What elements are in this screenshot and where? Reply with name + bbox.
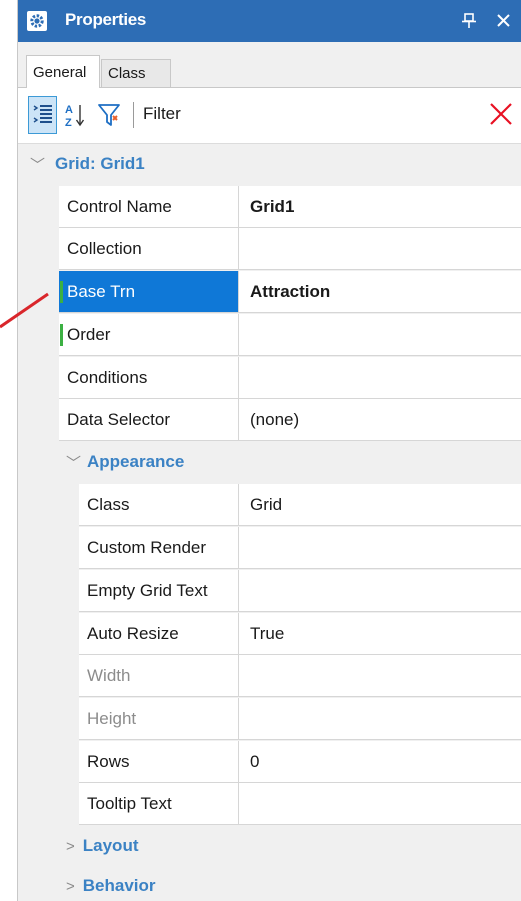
- property-row-order[interactable]: Order: [59, 314, 521, 356]
- property-name: Width: [79, 655, 239, 696]
- property-name: Control Name: [59, 186, 239, 227]
- property-value[interactable]: True: [240, 613, 284, 654]
- tab-class[interactable]: Class: [101, 59, 171, 87]
- property-name: Conditions: [59, 357, 239, 398]
- property-value[interactable]: Grid: [240, 484, 282, 525]
- category-behavior[interactable]: > Behavior: [66, 866, 156, 901]
- property-name-text: Base Trn: [67, 281, 136, 301]
- gear-icon: [27, 11, 47, 31]
- panel-title: Properties: [65, 10, 147, 29]
- property-value[interactable]: (none): [240, 399, 299, 440]
- svg-text:Z: Z: [65, 117, 72, 129]
- property-row-base-trn[interactable]: Base Trn Attraction: [59, 271, 521, 313]
- chevron-down-icon: ﹀: [66, 454, 82, 472]
- category-grid[interactable]: ﹀ Grid: Grid1: [30, 144, 145, 184]
- property-name: Collection: [59, 228, 239, 269]
- property-name: Auto Resize: [79, 613, 239, 654]
- property-row-empty-grid-text[interactable]: Empty Grid Text: [79, 570, 521, 612]
- property-name: Empty Grid Text: [79, 570, 239, 611]
- property-row-conditions[interactable]: Conditions: [59, 357, 521, 399]
- category-layout[interactable]: > Layout: [66, 826, 139, 866]
- property-value[interactable]: [240, 357, 250, 398]
- property-value[interactable]: [240, 570, 250, 611]
- property-name: Data Selector: [59, 399, 239, 440]
- tab-strip: General Class: [17, 42, 521, 88]
- property-row-tooltip-text[interactable]: Tooltip Text: [79, 783, 521, 825]
- property-name: Order: [59, 314, 239, 355]
- tab-class-label: Class: [108, 65, 146, 82]
- chevron-down-icon: ﹀: [30, 156, 46, 174]
- property-row-rows[interactable]: Rows 0: [79, 741, 521, 783]
- property-row-auto-resize[interactable]: Auto Resize True: [79, 613, 521, 655]
- pin-icon[interactable]: [459, 10, 479, 32]
- property-row-height[interactable]: Height: [79, 698, 521, 740]
- category-appearance[interactable]: ﹀ Appearance: [66, 442, 184, 482]
- chevron-right-icon: >: [66, 837, 75, 855]
- toolbar: A Z Filter: [17, 88, 521, 144]
- svg-text:A: A: [65, 104, 73, 116]
- filter-input[interactable]: [217, 96, 481, 134]
- property-value[interactable]: Grid1: [240, 186, 294, 227]
- category-layout-label: Layout: [82, 836, 139, 855]
- category-behavior-label: Behavior: [82, 876, 156, 895]
- category-grid-label: Grid: Grid1: [55, 154, 145, 173]
- filter-icon[interactable]: [97, 102, 123, 128]
- tab-general-label: General: [33, 63, 87, 81]
- clear-filter-icon[interactable]: [489, 102, 513, 126]
- chevron-right-icon: >: [66, 877, 75, 895]
- property-name: Rows: [79, 741, 239, 782]
- property-row-data-selector[interactable]: Data Selector (none): [59, 399, 521, 441]
- sort-alphabetical-icon[interactable]: A Z: [64, 101, 86, 129]
- property-value[interactable]: 0: [240, 741, 259, 782]
- property-value[interactable]: [240, 527, 250, 568]
- property-row-class[interactable]: Class Grid: [79, 484, 521, 526]
- close-icon[interactable]: [493, 9, 515, 31]
- property-value[interactable]: [240, 228, 250, 269]
- tab-general[interactable]: General: [26, 55, 100, 88]
- property-name: Tooltip Text: [79, 783, 239, 824]
- category-appearance-label: Appearance: [87, 452, 185, 471]
- property-row-width[interactable]: Width: [79, 655, 521, 697]
- property-name: Class: [79, 484, 239, 525]
- property-value[interactable]: [240, 783, 250, 824]
- property-name: Height: [79, 698, 239, 739]
- property-value[interactable]: Attraction: [240, 271, 330, 312]
- categorized-view-icon[interactable]: [28, 96, 57, 134]
- property-value[interactable]: [240, 655, 250, 696]
- property-value[interactable]: [240, 698, 250, 739]
- panel-titlebar: Properties: [17, 0, 521, 42]
- panel-left-border: [17, 0, 18, 901]
- property-name: Custom Render: [79, 527, 239, 568]
- annotation-arrow-icon: [0, 292, 49, 329]
- property-value[interactable]: [240, 314, 250, 355]
- property-row-custom-render[interactable]: Custom Render: [79, 527, 521, 569]
- property-name-text: Order: [67, 324, 111, 344]
- property-row-control-name[interactable]: Control Name Grid1: [59, 186, 521, 228]
- property-row-collection[interactable]: Collection: [59, 228, 521, 270]
- property-name: Base Trn: [59, 271, 239, 312]
- toolbar-separator: [133, 102, 134, 128]
- filter-label: Filter: [143, 104, 181, 123]
